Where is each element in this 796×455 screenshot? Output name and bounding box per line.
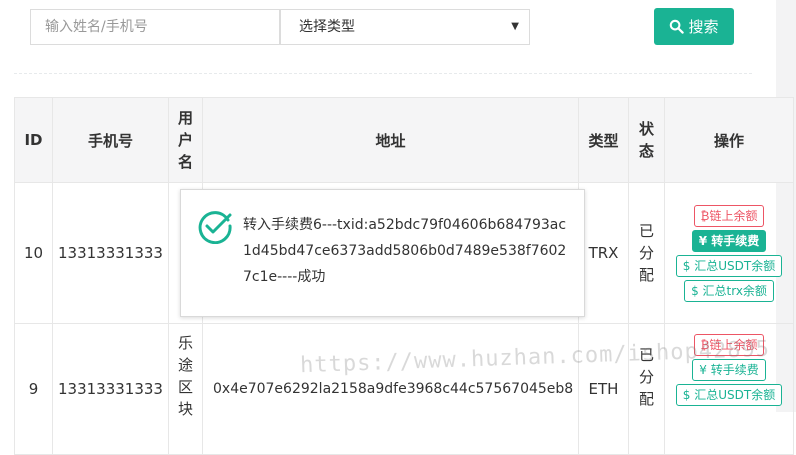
search-button[interactable]: 搜索 bbox=[654, 8, 734, 45]
cell-address: 0x4e707e6292la2158a9dfe3968c44c57567045e… bbox=[202, 323, 579, 455]
check-circle-icon bbox=[198, 211, 232, 244]
cell-id: 10 bbox=[14, 182, 53, 324]
success-toast: 转入手续费6---txid:a52bdc79f04606b684793ac1d4… bbox=[180, 189, 585, 317]
cell-type: ETH bbox=[578, 323, 629, 455]
search-button-label: 搜索 bbox=[688, 18, 719, 36]
chevron-down-icon: ▼ bbox=[511, 21, 519, 32]
dollar-icon: $ bbox=[682, 258, 695, 273]
onchain-balance-button[interactable]: ₿链上余额 bbox=[693, 334, 765, 356]
cell-phone: 13313331333 bbox=[52, 182, 169, 324]
header-actions: 操作 bbox=[664, 97, 794, 183]
table-header-row: ID 手机号 用户名 地址 类型 状态 操作 bbox=[14, 97, 794, 183]
header-type: 类型 bbox=[578, 97, 629, 183]
header-phone: 手机号 bbox=[52, 97, 169, 183]
search-icon bbox=[670, 19, 685, 34]
cell-phone: 13313331333 bbox=[52, 323, 169, 455]
yen-icon: ¥ bbox=[699, 363, 711, 377]
cell-type: TRX bbox=[578, 182, 629, 324]
header-address: 地址 bbox=[202, 97, 579, 183]
cell-status: 已分配 bbox=[638, 222, 654, 284]
onchain-balance-button[interactable]: ₿链上余额 bbox=[693, 204, 765, 227]
row-actions: ₿链上余额 ¥ 转手续费 $ 汇总USDT余额 bbox=[665, 334, 793, 406]
collect-trx-button[interactable]: $ 汇总trx余额 bbox=[684, 279, 774, 302]
transfer-fee-button[interactable]: ¥ 转手续费 bbox=[692, 359, 766, 381]
type-select-value: 选择类型 bbox=[299, 19, 355, 35]
transfer-fee-button[interactable]: ¥ 转手续费 bbox=[691, 229, 767, 252]
toast-message: 转入手续费6---txid:a52bdc79f04606b684793ac1d4… bbox=[243, 217, 567, 285]
collect-usdt-button[interactable]: $ 汇总USDT余额 bbox=[675, 254, 783, 277]
cell-id: 9 bbox=[14, 323, 53, 455]
row-actions: ₿链上余额 ¥ 转手续费 $ 汇总USDT余额 $ 汇总trx余额 bbox=[665, 204, 793, 302]
collect-usdt-button[interactable]: $ 汇总USDT余额 bbox=[675, 384, 783, 406]
table-row: 9 13313331333 乐途区块 0x4e707e6292la2158a9d… bbox=[14, 323, 794, 455]
dollar-icon: $ bbox=[691, 283, 703, 298]
header-id: ID bbox=[14, 97, 53, 183]
search-input[interactable] bbox=[30, 9, 280, 45]
yen-icon: ¥ bbox=[698, 233, 712, 248]
type-select[interactable]: 选择类型 ▼ bbox=[280, 9, 530, 45]
cell-status: 已分配 bbox=[638, 346, 654, 408]
dollar-icon: $ bbox=[682, 388, 695, 402]
divider bbox=[14, 73, 752, 74]
cell-username: 乐途区块 bbox=[177, 334, 193, 418]
header-username: 用户名 bbox=[177, 109, 193, 171]
header-status: 状态 bbox=[638, 120, 654, 160]
